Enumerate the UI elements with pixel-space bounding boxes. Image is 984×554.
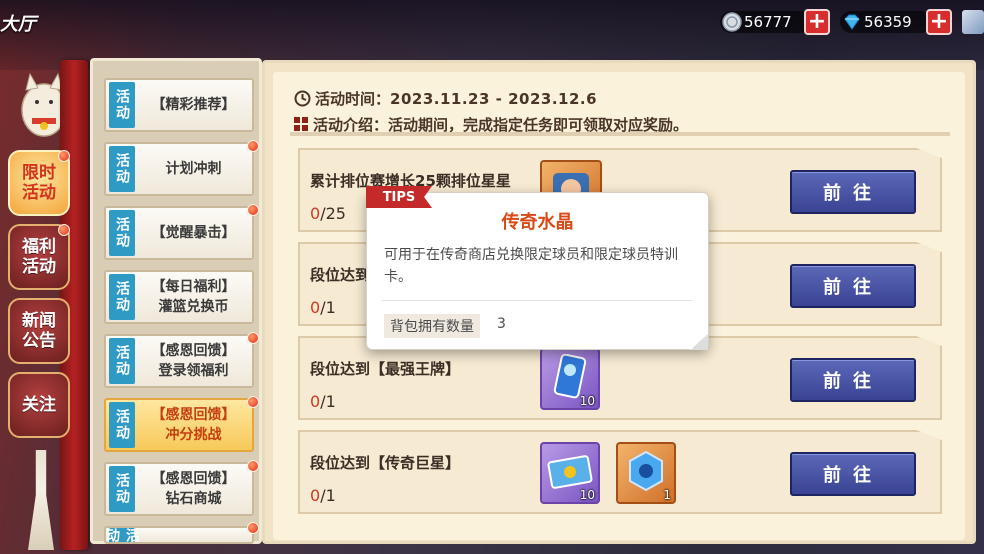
activity-item-daily-welfare[interactable]: 活动 【每日福利】 灌篮兑换币: [104, 270, 254, 324]
diamond-counter: 56359: [840, 11, 932, 33]
divider: [290, 132, 950, 136]
task-progress: 0/25: [310, 204, 346, 223]
activity-item-diamond-shop[interactable]: 活动 【感恩回馈】 钻石商城: [104, 462, 254, 516]
task-progress-total: /1: [320, 298, 336, 317]
task-progress-total: /1: [320, 486, 336, 505]
go-button[interactable]: 前往: [790, 264, 916, 308]
task-progress: 0/1: [310, 486, 336, 505]
legend-crystal-icon: [624, 449, 668, 497]
reward-count: 1: [663, 488, 671, 502]
reward-item[interactable]: 1: [616, 442, 676, 504]
activity-tag: 活动: [109, 274, 135, 320]
activity-tag: 活动: [109, 338, 135, 384]
task-progress-current: 0: [310, 486, 321, 505]
task-progress-current: 0: [310, 298, 321, 317]
reward-count: 10: [579, 394, 595, 408]
add-diamond-button[interactable]: +: [926, 9, 952, 35]
task-progress-current: 0: [310, 204, 321, 223]
add-silver-button[interactable]: +: [804, 9, 830, 35]
tooltip-quantity-label: 背包拥有数量: [384, 314, 480, 338]
activity-label: 【精彩推荐】: [151, 97, 236, 113]
go-button[interactable]: 前往: [790, 170, 916, 214]
notification-dot: [247, 332, 259, 344]
task-row: 段位达到【传奇巨星】 0/1 10 1 前往: [298, 430, 942, 514]
notification-dot: [247, 522, 259, 534]
activity-tag: 活动: [104, 528, 140, 544]
activity-label: 【每日福利】 灌篮兑换币: [151, 279, 236, 315]
reward-item[interactable]: 10: [540, 348, 600, 410]
activity-tag: 活动: [109, 466, 135, 512]
activity-label: 【感恩回馈】 钻石商城: [151, 471, 236, 507]
activity-tag: 活动: [109, 402, 135, 448]
activity-item-featured[interactable]: 活动 【精彩推荐】: [104, 78, 254, 132]
task-progress-current: 0: [310, 392, 321, 411]
go-button[interactable]: 前往: [790, 452, 916, 496]
activity-item-login-welfare[interactable]: 活动 【感恩回馈】 登录领福利: [104, 334, 254, 388]
tips-tag: TIPS: [366, 186, 432, 208]
mail-icon[interactable]: [962, 10, 984, 34]
divider: [382, 300, 692, 301]
activity-label: 【感恩回馈】 冲分挑战: [151, 407, 236, 443]
notification-dot: [247, 396, 259, 408]
task-title: 段位达到: [310, 266, 371, 284]
task-progress-total: /25: [320, 204, 346, 223]
activity-time-value: 2023.11.23 - 2023.12.6: [390, 89, 598, 108]
notification-dot: [247, 460, 259, 472]
activity-tag: 活动: [109, 82, 135, 128]
silver-coin-counter: 56777: [720, 11, 812, 33]
task-title: 段位达到【最强王牌】: [310, 360, 461, 378]
grid-icon: [294, 117, 309, 132]
task-title: 段位达到【传奇巨星】: [310, 454, 461, 472]
activity-item-plan-sprint[interactable]: 活动 计划冲刺: [104, 142, 254, 196]
notification-dot: [58, 224, 70, 236]
diamond-value: 56359: [864, 13, 912, 31]
tooltip-description: 可用于在传奇商店兑换限定球员和限定球员特训卡。: [384, 247, 678, 285]
activity-label: 【感恩回馈】 登录领福利: [151, 343, 236, 379]
task-progress-total: /1: [320, 392, 336, 411]
hall-title[interactable]: 大厅: [0, 10, 36, 36]
go-button[interactable]: 前往: [790, 358, 916, 402]
task-progress: 0/1: [310, 298, 336, 317]
notification-dot: [247, 140, 259, 152]
silver-coin-value: 56777: [744, 13, 792, 31]
notification-dot: [58, 150, 70, 162]
activity-label: 计划冲刺: [165, 161, 222, 177]
tab-follow[interactable]: 关注: [8, 372, 70, 438]
reward-item[interactable]: 10: [540, 442, 600, 504]
tab-label: 新闻 公告: [22, 311, 56, 351]
diamond-icon: [842, 12, 862, 32]
activity-time: 活动时间： 2023.11.23 - 2023.12.6: [294, 88, 597, 109]
activity-label: 【觉醒暴击】: [151, 225, 236, 241]
tooltip-quantity-value: 3: [497, 316, 506, 332]
activity-tag: 活动: [109, 146, 135, 192]
clock-icon: [294, 90, 311, 107]
activity-time-label: 活动时间：: [315, 90, 391, 108]
activity-item-awaken-crit[interactable]: 活动 【觉醒暴击】: [104, 206, 254, 260]
silver-coin-icon: [722, 12, 742, 32]
tab-label: 关注: [22, 395, 56, 415]
activity-tag: 活动: [109, 210, 135, 256]
tooltip-title: 传奇水晶: [501, 212, 574, 233]
reward-count: 10: [579, 488, 595, 502]
notification-dot: [247, 204, 259, 216]
tab-label: 限时 活动: [22, 163, 56, 203]
activity-item-rank-challenge[interactable]: 活动 【感恩回馈】 冲分挑战: [104, 398, 254, 452]
tab-news[interactable]: 新闻 公告: [8, 298, 70, 364]
activity-item-partial[interactable]: 活动: [104, 526, 254, 544]
tab-label: 福利 活动: [22, 237, 56, 277]
task-progress: 0/1: [310, 392, 336, 411]
